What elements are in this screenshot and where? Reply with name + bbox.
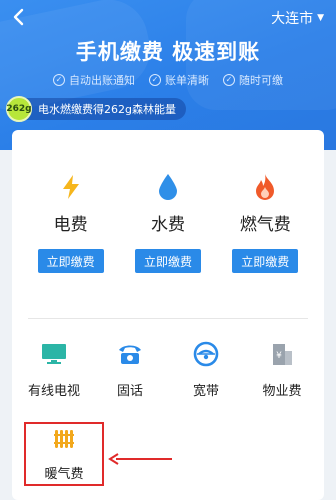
utility-electricity[interactable]: 电费 立即缴费 [31,170,111,273]
highlight-arrow-icon [108,453,172,465]
utility-gas[interactable]: 燃气费 立即缴费 [225,170,305,273]
city-name: 大连市 [271,11,314,27]
service-broadband[interactable]: 宽带 [174,340,238,399]
back-arrow-icon[interactable] [8,6,30,28]
divider [28,318,308,319]
feature-label: 账单清晰 [165,74,209,87]
pay-water-button[interactable]: 立即缴费 [134,249,201,273]
feature-item: ✓ 随时可缴 [223,72,283,88]
service-label: 有线电视 [27,384,80,399]
radiator-icon [52,427,76,455]
feature-item: ✓ 账单清晰 [149,72,209,88]
service-label: 宽带 [192,384,219,399]
service-label: 固话 [116,384,143,399]
page-title: 手机缴费 极速到账 [75,40,261,64]
header-banner: 大连市 ▼ 手机缴费 极速到账 ✓ 自动出账通知 ✓ 账单清晰 ✓ 随时可缴 2… [0,0,336,150]
water-drop-icon [157,170,179,204]
service-label: 暖气费 [44,466,84,482]
promo-text: 电水燃缴费得262g森林能量 [24,98,186,120]
feature-label: 随时可缴 [239,74,283,87]
service-cable-tv[interactable]: 有线电视 [22,340,86,399]
service-label: 物业费 [262,384,302,399]
chevron-down-icon: ▼ [317,13,324,23]
property-icon: ¥ [270,340,294,368]
utility-row: 电费 立即缴费 水费 立即缴费 燃气费 立即缴费 [12,170,324,273]
check-icon: ✓ [223,74,235,86]
feature-label: 自动出账通知 [69,74,135,87]
utility-water[interactable]: 水费 立即缴费 [128,170,208,273]
energy-badge: 262g [6,96,32,122]
pay-electricity-button[interactable]: 立即缴费 [37,249,104,273]
utility-label: 水费 [150,215,185,235]
utility-label: 燃气费 [239,215,291,235]
feature-item: ✓ 自动出账通知 [53,72,135,88]
city-selector[interactable]: 大连市 ▼ [271,8,324,28]
pay-gas-button[interactable]: 立即缴费 [232,249,299,273]
forest-energy-promo[interactable]: 262g 电水燃缴费得262g森林能量 [6,96,186,122]
check-icon: ✓ [149,74,161,86]
service-property-fee[interactable]: ¥ 物业费 [250,340,314,399]
lightning-icon [60,170,82,204]
broadband-icon [193,340,219,368]
tv-icon [41,340,67,368]
utility-label: 电费 [53,215,88,235]
flame-icon [253,170,277,204]
check-icon: ✓ [53,74,65,86]
service-row: 有线电视 固话 宽带 ¥ 物业费 [12,340,324,399]
service-landline[interactable]: 固话 [98,340,162,399]
feature-list: ✓ 自动出账通知 ✓ 账单清晰 ✓ 随时可缴 [0,72,336,88]
telephone-icon [117,340,143,368]
payment-card: 电费 立即缴费 水费 立即缴费 燃气费 立即缴费 有线电视 固话 宽带 ¥ 物业… [12,130,324,500]
service-heating[interactable]: 暖气费 [24,422,104,486]
svg-text:¥: ¥ [276,351,282,361]
